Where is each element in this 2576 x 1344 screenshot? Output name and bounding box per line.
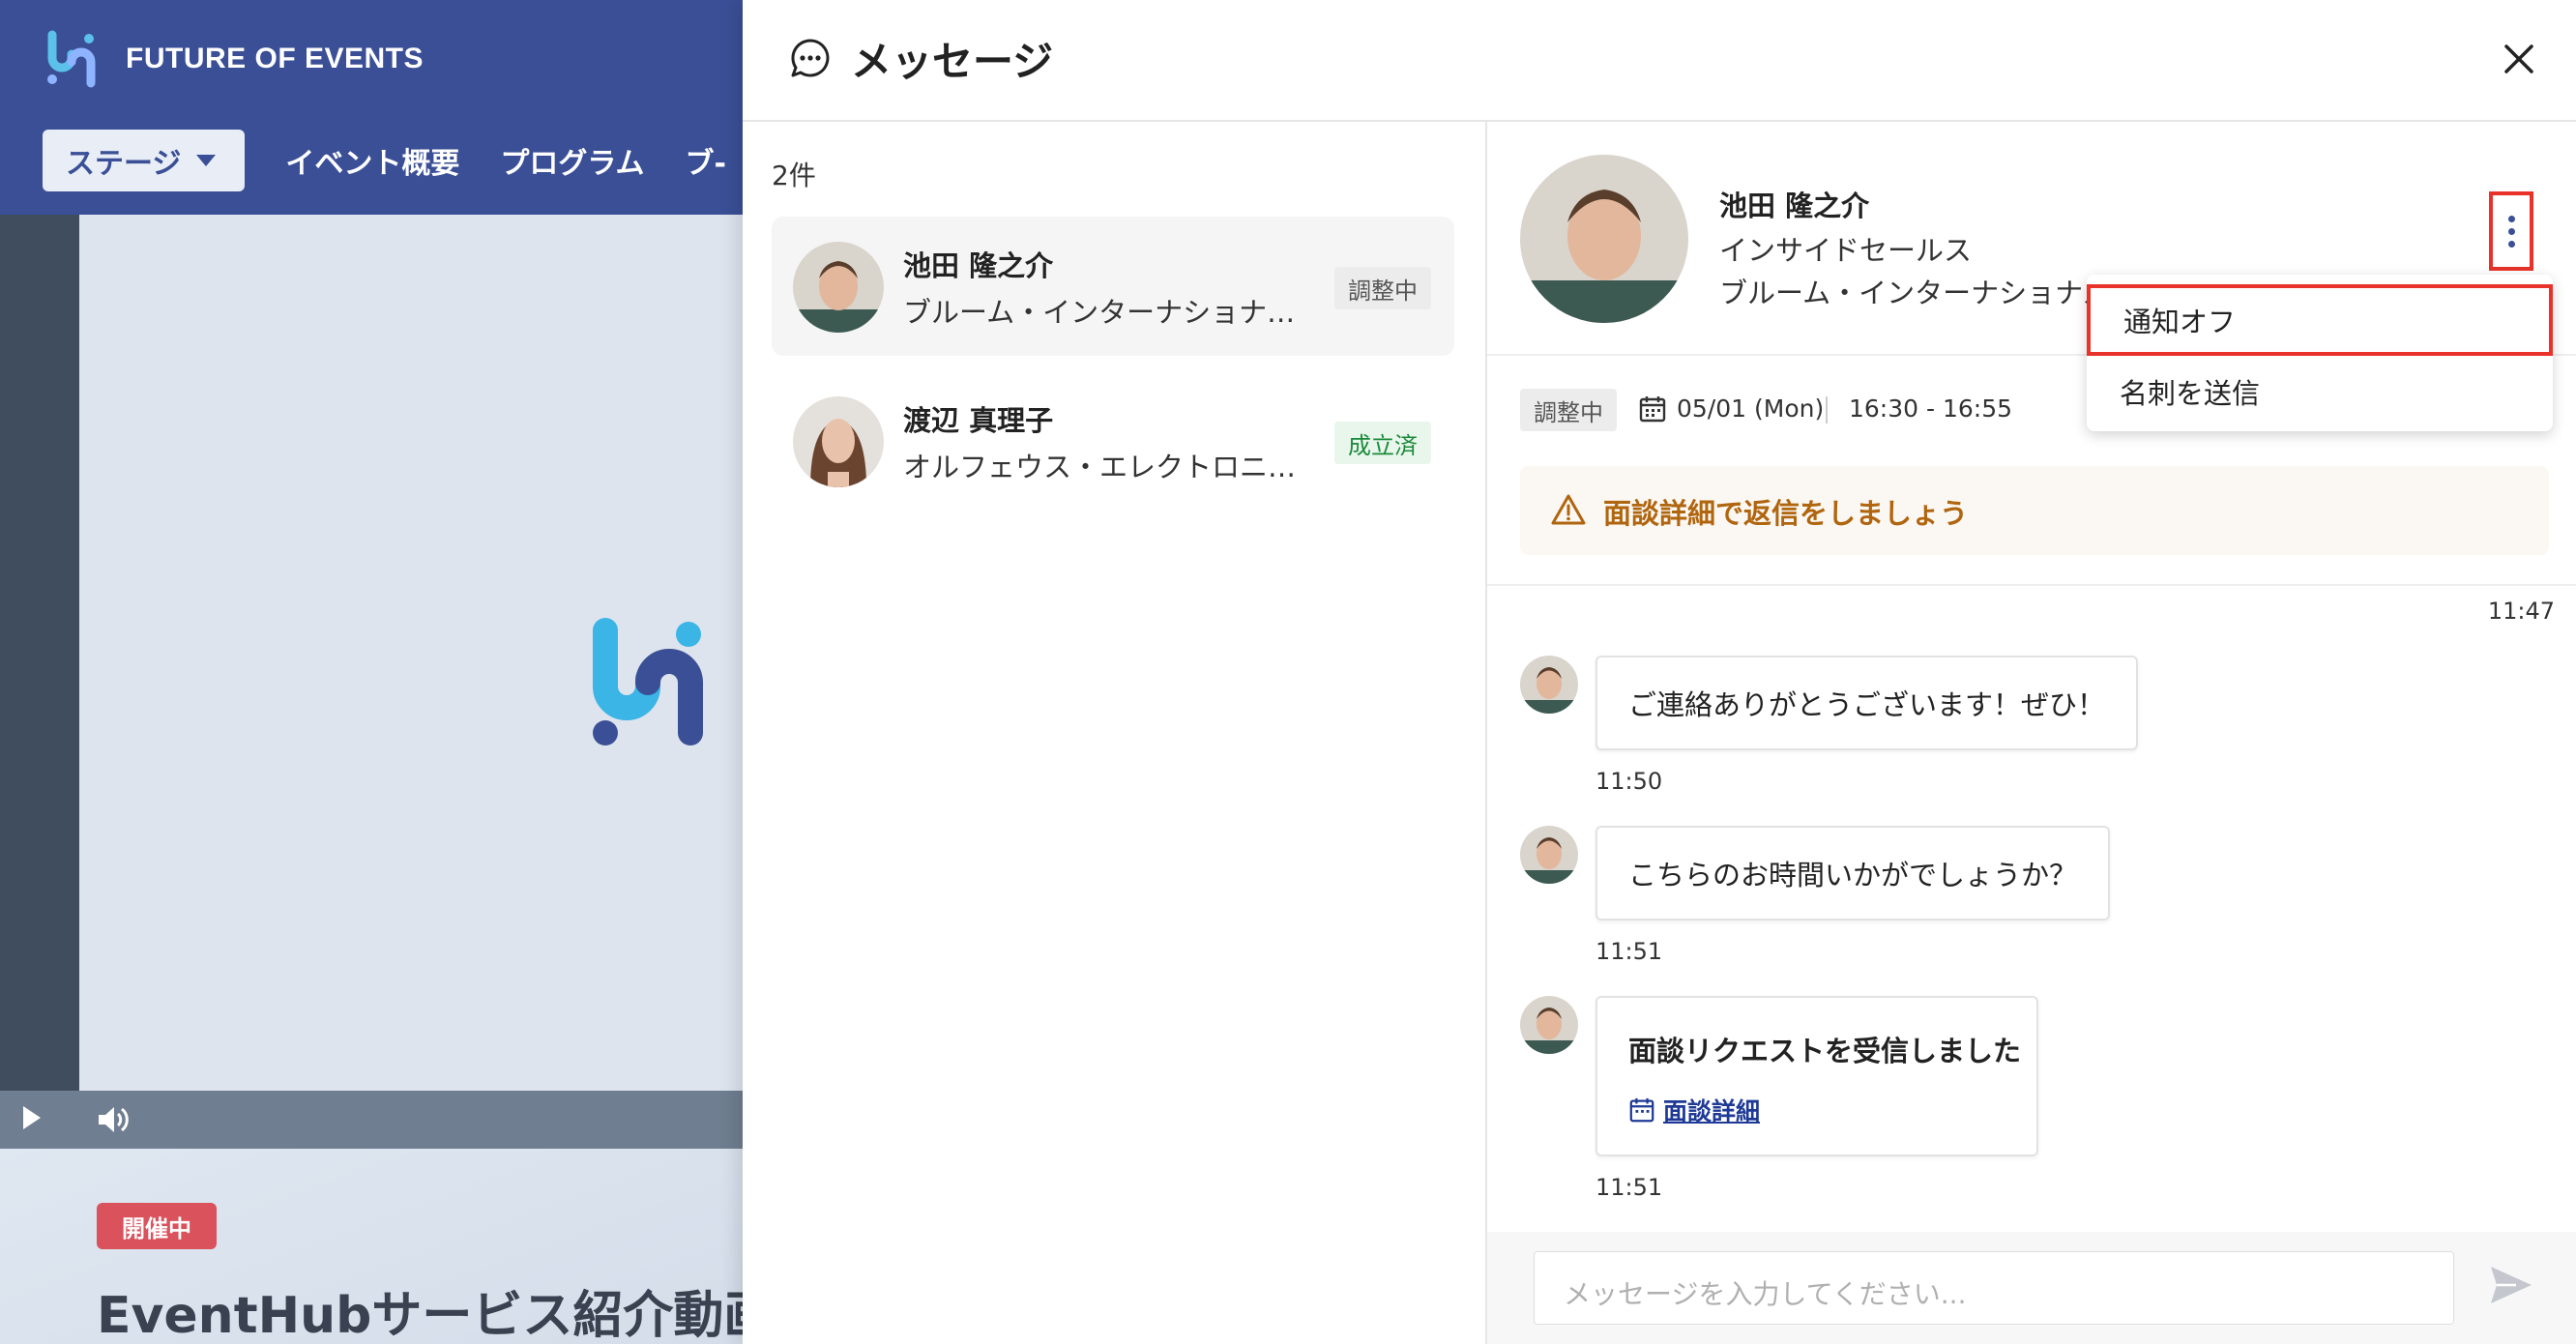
message-time: 11:50 [1595, 768, 1663, 795]
contact-name: 池田 隆之介 [1719, 190, 1870, 222]
video-player[interactable] [0, 215, 743, 1149]
nav-stage-label: ステージ [66, 147, 182, 181]
meeting-date: 05/01 (Mon) [1677, 394, 1825, 423]
caret-down-icon [196, 155, 217, 166]
conversation-name: 池田 隆之介 [903, 249, 1054, 282]
message-text: ご連絡ありがとうございます！ぜひ！ [1628, 688, 2106, 721]
conversation-list: 2件 池田 隆之介 ブルーム・インターナショナル… 調整中 渡辺 真理子 オルフ… [743, 122, 1487, 1344]
avatar [1520, 996, 1578, 1054]
message-bubble: こちらのお時間いかがでしょうか？ [1595, 826, 2111, 920]
message-text: こちらのお時間いかがでしょうか？ [1628, 859, 2078, 891]
warning-icon [1551, 494, 1586, 525]
avatar [1520, 155, 1688, 323]
conversation-item[interactable]: 池田 隆之介 ブルーム・インターナショナル… 調整中 [772, 217, 1454, 356]
nav-booth[interactable]: ブ- [686, 139, 726, 182]
avatar [793, 242, 884, 333]
menu-item-send-card[interactable]: 名刺を送信 [2087, 356, 2553, 427]
brand-logo-icon [47, 30, 96, 88]
message-time: 11:51 [1595, 1174, 1663, 1201]
conversation-company: オルフェウス・エレクトロニク… [903, 451, 1309, 483]
message-time: 11:51 [1595, 938, 1663, 965]
alert-text: 面談詳細で返信をしましょう [1603, 497, 1969, 530]
conversation-name: 渡辺 真理子 [903, 404, 1054, 437]
reply-alert: 面談詳細で返信をしましょう [1520, 466, 2549, 555]
meeting-time: 16:30 - 16:55 [1849, 394, 2013, 423]
request-title: 面談リクエストを受信しました [1628, 1035, 2022, 1067]
message-time: 11:47 [2487, 598, 2555, 625]
conversation-count: 2件 [772, 160, 816, 191]
menu-item-notify-off[interactable]: 通知オフ [2087, 284, 2553, 356]
chat-bubble-icon [791, 39, 830, 77]
message-drawer: メッセージ 2件 池田 隆之介 ブルーム・インターナショナル… 調整中 渡辺 真… [743, 0, 2576, 1344]
live-badge: 開催中 [97, 1203, 217, 1249]
avatar [1520, 656, 1578, 714]
message-input[interactable] [1534, 1251, 2454, 1325]
nav-program[interactable]: プログラム [500, 139, 644, 182]
chat-messages: 11:47 ご連絡ありがとうございます！ぜひ！ 11:50 こちらのお時間いかが… [1487, 586, 2576, 1214]
event-header: FUTURE OF EVENTS ステージ イベント概要 プログラム ブ- [0, 0, 743, 215]
message-bubble: ご連絡ありがとうございます！ぜひ！ [1595, 656, 2139, 750]
send-icon[interactable] [2487, 1261, 2535, 1309]
drawer-title: メッセージ [851, 38, 1054, 85]
volume-icon[interactable] [95, 1102, 130, 1137]
meeting-status-badge: 調整中 [1520, 389, 1617, 431]
nav-overview[interactable]: イベント概要 [285, 139, 459, 182]
drawer-header: メッセージ [743, 0, 2576, 122]
play-icon[interactable] [23, 1106, 41, 1129]
eventhub-logo-icon [593, 618, 703, 745]
conversation-item[interactable]: 渡辺 真理子 オルフェウス・エレクトロニク… 成立済 [772, 371, 1454, 511]
video-side-strip [0, 215, 79, 1093]
meeting-request-card: 面談リクエストを受信しました 面談詳細 [1595, 996, 2038, 1156]
message-composer [1487, 1232, 2576, 1344]
options-menu: 通知オフ 名刺を送信 [2087, 275, 2553, 431]
more-vertical-icon[interactable] [2489, 191, 2533, 271]
close-icon[interactable] [2499, 39, 2539, 79]
brand-name: FUTURE OF EVENTS [126, 43, 424, 74]
event-page-background: FUTURE OF EVENTS ステージ イベント概要 プログラム ブ- 開催… [0, 0, 743, 1344]
divider [1826, 396, 1828, 424]
contact-title: インサイドセールス [1719, 234, 1973, 267]
meeting-detail-label: 面談詳細 [1663, 1097, 1761, 1125]
conversation-company: ブルーム・インターナショナル… [903, 296, 1309, 329]
contact-company: ブルーム・インターナショナル [1719, 277, 2087, 309]
meeting-detail-link[interactable]: 面談詳細 [1628, 1093, 1760, 1127]
avatar [793, 396, 884, 487]
event-nav: ステージ イベント概要 プログラム ブ- [43, 130, 726, 191]
brand[interactable]: FUTURE OF EVENTS [43, 29, 424, 89]
conversation-detail: 池田 隆之介 インサイドセールス ブルーム・インターナショナル 通知オフ 名刺を… [1487, 122, 2576, 1344]
video-info: 開催中 EventHubサービス紹介動画 [0, 1149, 743, 1344]
status-badge: 調整中 [1334, 267, 1431, 309]
avatar [1520, 826, 1578, 884]
status-badge: 成立済 [1334, 422, 1431, 464]
video-controls [0, 1091, 743, 1149]
nav-stage-dropdown[interactable]: ステージ [43, 130, 246, 191]
video-title: EventHubサービス紹介動画 [97, 1287, 743, 1344]
calendar-icon [1629, 1097, 1654, 1123]
calendar-icon [1639, 396, 1666, 423]
